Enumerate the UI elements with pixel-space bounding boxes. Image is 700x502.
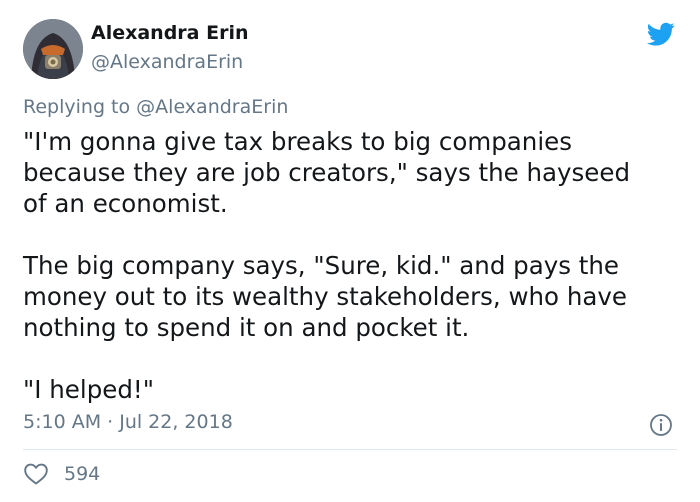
tweet-line: "I helped!" (23, 375, 154, 404)
tweet-line: nothing to spend it on and pocket it. (23, 313, 470, 342)
replying-to-label: Replying to (23, 96, 131, 118)
tweet-line: of an economist. (23, 189, 228, 218)
author-handle[interactable]: @AlexandraErin (91, 51, 243, 73)
author-name[interactable]: Alexandra Erin (91, 22, 249, 44)
like-count: 594 (64, 463, 101, 485)
twitter-bird-icon[interactable] (645, 20, 677, 48)
tweet-line: "I'm gonna give tax breaks to big compan… (23, 127, 572, 156)
info-icon[interactable] (649, 413, 673, 437)
replying-to: Replying to @AlexandraErin (23, 96, 288, 118)
tweet-line: money out to its wealthy stakeholders, w… (23, 282, 627, 311)
tweet-timestamp[interactable]: 5:10 AM · Jul 22, 2018 (23, 411, 233, 433)
replying-to-handle[interactable]: @AlexandraErin (136, 96, 288, 118)
heart-icon[interactable] (23, 462, 49, 486)
tweet-paragraph: "I'm gonna give tax breaks to big compan… (23, 126, 683, 219)
tweet-card: Alexandra Erin @AlexandraErin Replying t… (0, 0, 700, 502)
tweet-paragraph: The big company says, "Sure, kid." and p… (23, 250, 683, 343)
tweet-paragraph: "I helped!" (23, 374, 683, 405)
divider (23, 449, 677, 450)
tweet-line: The big company says, "Sure, kid." and p… (23, 251, 620, 280)
avatar-image (23, 19, 83, 79)
tweet-line: because they are job creators," says the… (23, 158, 630, 187)
tweet-text: "I'm gonna give tax breaks to big compan… (23, 126, 683, 405)
avatar[interactable] (23, 19, 83, 79)
